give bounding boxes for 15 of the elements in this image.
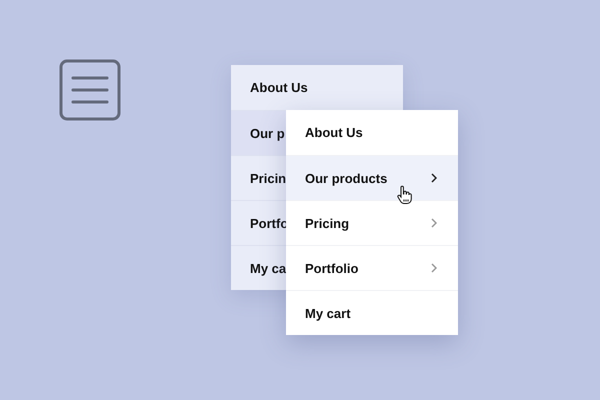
menu-item-label: About Us bbox=[305, 125, 363, 140]
menu-item[interactable]: Our products bbox=[286, 155, 458, 200]
menu-item-label: Portfolio bbox=[305, 260, 358, 276]
chevron-right-icon bbox=[431, 263, 437, 273]
menu-item[interactable]: About Us bbox=[286, 110, 458, 155]
menu-item[interactable]: About Us bbox=[231, 65, 403, 110]
menu-item-label: Our products bbox=[305, 170, 388, 186]
menu-item[interactable]: Portfolio bbox=[286, 245, 458, 290]
menu-icon[interactable] bbox=[59, 59, 121, 121]
menu-item-label: Pricing bbox=[305, 216, 350, 230]
menu-item[interactable]: My cart bbox=[286, 290, 458, 335]
chevron-right-icon bbox=[431, 218, 437, 228]
hand-cursor-icon bbox=[396, 185, 412, 205]
menu-item-label: My cart bbox=[305, 306, 351, 320]
chevron-right-icon bbox=[431, 173, 437, 183]
